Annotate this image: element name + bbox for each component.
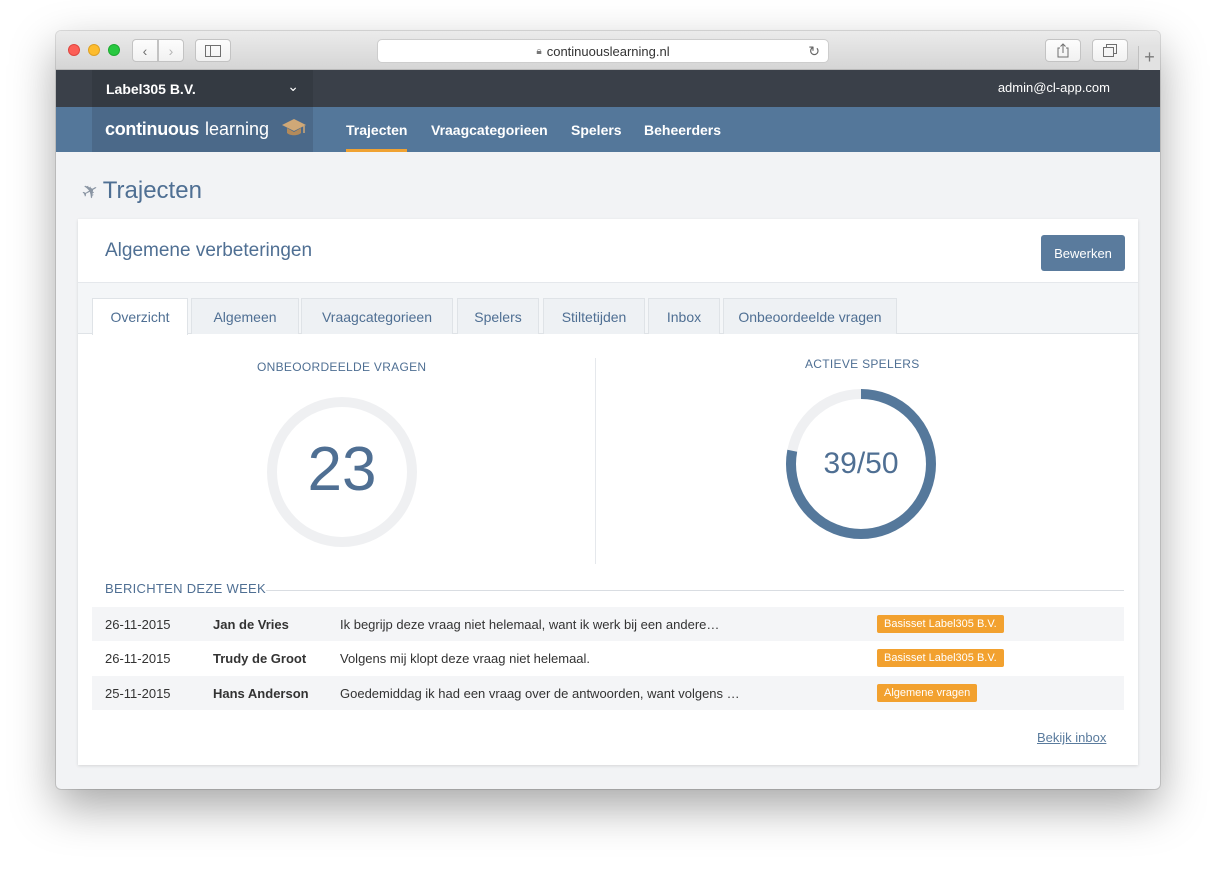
section-divider	[266, 590, 1124, 591]
messages-section-title: BERICHTEN DEZE WEEK	[105, 581, 266, 596]
message-sender: Trudy de Groot	[213, 651, 307, 666]
tab-stiltetijden[interactable]: Stiltetijden	[543, 298, 645, 334]
view-inbox-link[interactable]: Bekijk inbox	[1037, 730, 1106, 745]
unrated-questions-count: 23	[307, 435, 377, 504]
browser-window: ‹ › 🔒︎ continuouslearning.nl ↻ + Label30…	[56, 31, 1160, 789]
active-players-label: ACTIEVE SPELERS	[805, 357, 920, 371]
zoom-window-button[interactable]	[108, 44, 120, 56]
forward-button[interactable]: ›	[158, 39, 184, 62]
message-text: Volgens mij klopt deze vraag niet helema…	[340, 651, 591, 666]
chevron-right-icon: ›	[168, 42, 174, 59]
organization-name: Label305 B.V.	[106, 80, 196, 97]
page-title-text: Trajecten	[102, 177, 202, 204]
tab-overzicht[interactable]: Overzicht	[92, 298, 188, 335]
tabs-icon	[1103, 44, 1117, 57]
card-title: Algemene verbeteringen	[105, 240, 313, 261]
tab-bar: Overzicht Algemeen Vraagcategorieen Spel…	[78, 283, 1138, 335]
back-button[interactable]: ‹	[132, 39, 158, 62]
category-badge: Basisset Label305 B.V.	[877, 649, 1004, 667]
card-header: Algemene verbeteringen Bewerken	[78, 219, 1138, 283]
app-topbar: Label305 B.V. ⌄ admin@cl-app.com	[56, 70, 1160, 107]
category-badge: Algemene vragen	[877, 684, 978, 702]
message-date: 25-11-2015	[105, 686, 171, 701]
sidebar-toggle-button[interactable]	[195, 39, 231, 62]
reload-icon[interactable]: ↻	[808, 43, 820, 60]
chevron-down-icon: ⌄	[287, 78, 299, 94]
brand-bold-text: continuous	[105, 119, 199, 139]
airplane-icon: ✈	[77, 177, 104, 206]
graduation-cap-icon	[281, 117, 307, 142]
share-icon	[1057, 43, 1069, 58]
minimize-window-button[interactable]	[88, 44, 100, 56]
nav-vraagcategorieen[interactable]: Vraagcategorieen	[431, 107, 548, 152]
nav-trajecten[interactable]: Trajecten	[346, 107, 408, 152]
tab-spelers[interactable]: Spelers	[457, 298, 539, 334]
active-players-count: 39/50	[823, 447, 899, 480]
main-navbar: continuous learning Trajecten Vraagcateg…	[56, 107, 1160, 152]
brand-light-text: learning	[205, 119, 270, 139]
message-row[interactable]: 26-11-2015 Trudy de Groot Volgens mij kl…	[92, 641, 1124, 675]
message-text: Ik begrijp deze vraag niet helemaal, wan…	[340, 617, 720, 632]
edit-button[interactable]: Bewerken	[1041, 235, 1125, 271]
lock-icon: 🔒︎	[536, 45, 542, 57]
tab-inbox[interactable]: Inbox	[648, 298, 720, 334]
url-text: continuouslearning.nl	[546, 43, 670, 59]
tab-vraagcategorieen[interactable]: Vraagcategorieen	[301, 298, 453, 334]
stats-divider	[595, 358, 596, 564]
message-sender: Jan de Vries	[213, 617, 289, 632]
share-button[interactable]	[1045, 39, 1081, 62]
message-date: 26-11-2015	[105, 617, 171, 632]
category-badge: Basisset Label305 B.V.	[877, 615, 1004, 633]
message-row[interactable]: 25-11-2015 Hans Anderson Goedemiddag ik …	[92, 676, 1124, 710]
browser-toolbar: ‹ › 🔒︎ continuouslearning.nl ↻ +	[56, 31, 1160, 70]
tab-onbeoordeelde-vragen[interactable]: Onbeoordeelde vragen	[723, 298, 897, 334]
trajectory-card: Algemene verbeteringen Bewerken Overzich…	[78, 219, 1138, 765]
tab-algemeen[interactable]: Algemeen	[191, 298, 299, 334]
organization-selector[interactable]: Label305 B.V. ⌄	[92, 70, 313, 107]
message-sender: Hans Anderson	[213, 686, 309, 701]
nav-beheerders[interactable]: Beheerders	[644, 107, 721, 152]
show-tabs-button[interactable]	[1092, 39, 1128, 62]
message-row[interactable]: 26-11-2015 Jan de Vries Ik begrijp deze …	[92, 607, 1124, 641]
page-title: ✈ Trajecten	[78, 177, 202, 205]
chevron-left-icon: ‹	[142, 42, 148, 59]
message-text: Goedemiddag ik had een vraag over de ant…	[340, 686, 740, 701]
nav-spelers[interactable]: Spelers	[571, 107, 622, 152]
new-tab-button[interactable]: +	[1138, 46, 1160, 70]
user-email[interactable]: admin@cl-app.com	[998, 80, 1110, 95]
close-window-button[interactable]	[68, 44, 80, 56]
sidebar-icon	[205, 44, 221, 57]
message-date: 26-11-2015	[105, 651, 171, 666]
brand-logo[interactable]: continuous learning	[92, 107, 313, 152]
unrated-questions-label: ONBEOORDEELDE VRAGEN	[257, 360, 427, 374]
address-bar[interactable]: 🔒︎ continuouslearning.nl ↻	[377, 39, 829, 63]
